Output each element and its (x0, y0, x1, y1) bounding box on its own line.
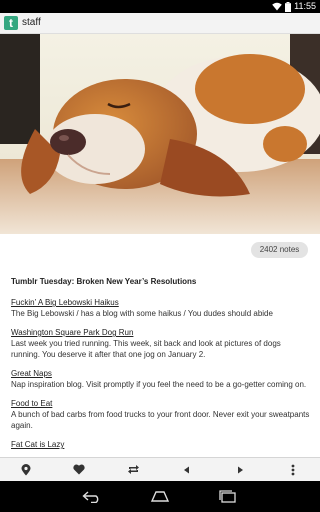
entry-description: Nap inspiration blog. Visit promptly if … (11, 380, 307, 389)
entry-link[interactable]: Washington Square Park Dog Run (11, 327, 311, 338)
post-body: Tumblr Tuesday: Broken New Year’s Resolu… (11, 276, 311, 456)
location-pin-icon[interactable] (10, 458, 42, 481)
next-arrow-icon[interactable] (224, 458, 256, 481)
reblog-icon[interactable] (117, 458, 149, 481)
prev-arrow-icon[interactable] (170, 458, 202, 481)
entry-link[interactable]: Fuckin’ A Big Lebowski Haikus (11, 297, 311, 308)
post-title: Tumblr Tuesday: Broken New Year’s Resolu… (11, 277, 197, 286)
entry-link[interactable]: Food to Eat (11, 398, 311, 409)
tumblr-logo-icon[interactable]: t (4, 16, 18, 30)
list-item: Food to Eat A bunch of bad carbs from fo… (11, 398, 311, 431)
post-action-bar (0, 457, 320, 481)
like-heart-icon[interactable] (63, 458, 95, 481)
recent-apps-icon[interactable] (213, 487, 243, 506)
list-item: Great Naps Nap inspiration blog. Visit p… (11, 368, 311, 390)
home-icon[interactable] (145, 487, 175, 506)
wifi-icon (272, 2, 282, 11)
status-icons: 11:55 (272, 1, 316, 12)
status-bar: 11:55 (0, 0, 320, 13)
dog-photo-image (0, 34, 320, 234)
status-time: 11:55 (294, 1, 316, 11)
blog-name[interactable]: staff (22, 17, 41, 29)
entry-description: Last week you tried running. This week, … (11, 339, 281, 359)
list-item: Fat Cat is Lazy (11, 439, 311, 450)
app-bar: t staff (0, 13, 320, 34)
battery-icon (285, 1, 292, 12)
navigation-bar (0, 481, 320, 512)
entry-description: The Big Lebowski / has a blog with some … (11, 309, 273, 318)
list-item: Washington Square Park Dog Run Last week… (11, 327, 311, 360)
list-item: Fuckin’ A Big Lebowski Haikus The Big Le… (11, 297, 311, 319)
entry-link[interactable]: Fat Cat is Lazy (11, 439, 311, 450)
post-photo[interactable] (0, 34, 320, 234)
entry-link[interactable]: Great Naps (11, 368, 311, 379)
back-icon[interactable] (77, 487, 107, 506)
notes-count-badge[interactable]: 2402 notes (251, 242, 308, 258)
entry-description: A bunch of bad carbs from food trucks to… (11, 410, 310, 430)
overflow-menu-icon[interactable] (277, 458, 309, 481)
